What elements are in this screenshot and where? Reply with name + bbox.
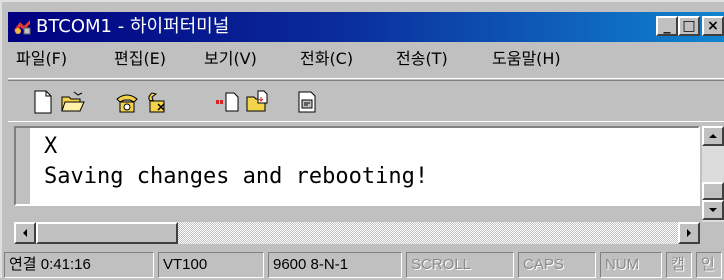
- menu-help[interactable]: 도움말(H): [492, 48, 561, 70]
- terminal-line: Saving changes and rebooting!: [44, 164, 429, 189]
- minimize-icon: _: [663, 18, 671, 34]
- menu-bar: 파일(F) 편집(E) 보기(V) 전화(C) 전송(T) 도움말(H): [8, 44, 724, 74]
- send-file-button[interactable]: [214, 89, 240, 115]
- terminal-line: X: [44, 134, 58, 159]
- arrow-down-icon: [709, 208, 717, 212]
- menu-call[interactable]: 전화(C): [300, 48, 353, 70]
- call-phone-icon: [116, 94, 138, 113]
- menu-transfer[interactable]: 전송(T): [396, 48, 448, 70]
- vertical-scrollbar[interactable]: [702, 126, 724, 222]
- arrow-up-icon: [709, 134, 717, 138]
- horizontal-scroll-thumb[interactable]: [36, 222, 178, 244]
- connection-time: 연결 0:41:16: [4, 252, 154, 278]
- scroll-up-button[interactable]: [702, 126, 724, 146]
- open-button[interactable]: [60, 89, 86, 115]
- hyperterminal-window: BTCOM1 - 하이퍼터미널 _ □ × 파일(F) 편집(E) 보기(V) …: [0, 0, 724, 278]
- emulation-type: VT100: [158, 252, 264, 278]
- menu-view[interactable]: 보기(V): [204, 48, 257, 70]
- title-bar[interactable]: BTCOM1 - 하이퍼터미널 _ □ ×: [8, 12, 724, 42]
- maximize-icon: □: [682, 18, 696, 34]
- capture-indicator: 캡: [666, 252, 692, 278]
- close-icon: ×: [707, 18, 719, 34]
- scroll-indicator: SCROLL: [406, 252, 514, 278]
- call-button[interactable]: [114, 89, 140, 115]
- disconnect-phone-icon: [148, 92, 165, 113]
- arrow-right-icon: [687, 229, 691, 237]
- window-title: BTCOM1 - 하이퍼터미널: [36, 16, 230, 37]
- disconnect-button[interactable]: [144, 89, 170, 115]
- menu-edit[interactable]: 편집(E): [114, 48, 166, 70]
- vertical-scroll-thumb[interactable]: [702, 182, 724, 200]
- caps-indicator: CAPS: [518, 252, 596, 278]
- send-file-icon: [216, 92, 239, 112]
- receive-file-icon: [246, 90, 268, 112]
- scroll-right-button[interactable]: [678, 222, 700, 244]
- receive-file-button[interactable]: [244, 89, 270, 115]
- new-connection-button[interactable]: [30, 89, 56, 115]
- scroll-left-button[interactable]: [14, 222, 36, 244]
- status-bar: 연결 0:41:16 VT100 9600 8-N-1 SCROLL CAPS …: [2, 250, 724, 280]
- open-folder-icon: [61, 91, 85, 112]
- num-indicator: NUM: [600, 252, 662, 278]
- maximize-button[interactable]: □: [678, 16, 700, 36]
- scroll-down-button[interactable]: [702, 200, 724, 220]
- minimize-button[interactable]: _: [656, 16, 678, 36]
- terminal-screen[interactable]: X Saving changes and rebooting!: [14, 126, 700, 206]
- properties-icon: [298, 91, 316, 113]
- toolbar-separator: [8, 78, 724, 79]
- horizontal-scrollbar[interactable]: [14, 222, 700, 244]
- close-button[interactable]: ×: [702, 16, 724, 36]
- menu-file[interactable]: 파일(F): [16, 48, 67, 70]
- toolbar: [8, 80, 724, 122]
- arrow-left-icon: [23, 229, 27, 237]
- port-settings: 9600 8-N-1: [268, 252, 402, 278]
- print-indicator: 인: [696, 252, 722, 278]
- properties-button[interactable]: [294, 89, 320, 115]
- new-document-icon: [34, 90, 52, 114]
- hyperterminal-app-icon[interactable]: [12, 18, 32, 36]
